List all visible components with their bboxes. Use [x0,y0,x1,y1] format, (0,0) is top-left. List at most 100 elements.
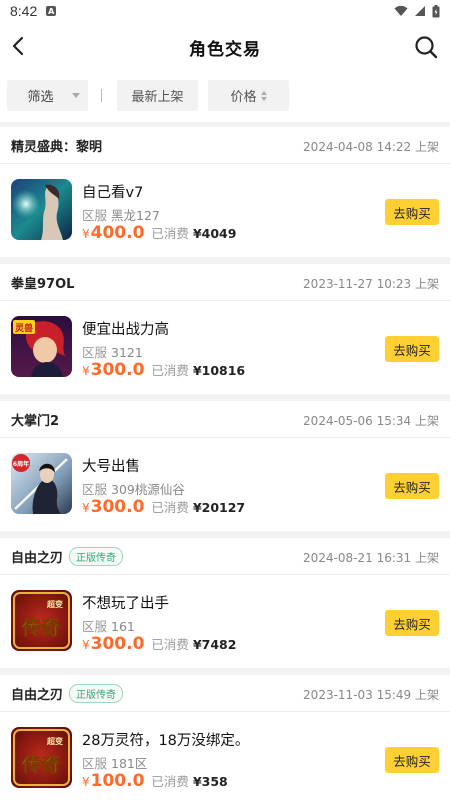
back-button[interactable] [4,32,32,60]
server-label: 区服 [82,345,108,360]
spent-value: ¥358 [192,774,228,789]
elf-game-art [11,179,72,240]
sort-newest-label: 最新上架 [131,90,184,105]
listed-time: 2024-05-06 15:34 上架 [303,414,439,428]
price-currency: ¥ [82,775,90,789]
buy-button[interactable]: 去购买 [385,473,439,499]
spent-value: ¥10816 [192,363,246,378]
item-server: 区服 黑龙127 [82,205,160,224]
buy-button[interactable]: 去购买 [385,199,439,225]
spent-label: 已消费 [151,774,189,789]
official-tag: 正版传奇 [69,683,124,703]
dazhangmen-game-art: 6周年 [11,453,72,514]
official-tag: 正版传奇 [69,546,124,566]
price-line: ¥ 300.0 已消费 ¥7482 [82,634,236,654]
game-thumbnail: 超变 传奇 [11,727,72,788]
filter-bar: 筛选 最新上架 价格 [0,72,450,122]
server-value: 309桃源仙谷 [111,482,185,497]
thumb-big-text: 传奇 [21,753,60,776]
price-currency: ¥ [82,501,90,515]
dropdown-caret-icon [72,93,80,98]
price-currency: ¥ [82,638,90,652]
signal-icon [415,6,425,16]
listing-card[interactable]: 大掌门2 2024-05-06 15:34 上架 6周年 大号出售 区服 309桃… [0,401,450,531]
game-thumbnail: 灵兽 [11,316,72,377]
listing-game-row: 拳皇97OL 2023-11-27 10:23 上架 [0,264,450,301]
price-line: ¥ 300.0 已消费 ¥10816 [82,360,245,380]
spent-label: 已消费 [151,637,189,652]
item-title: 自己看v7 [82,185,144,201]
game-thumbnail: 超变 传奇 [11,590,72,651]
price-value: 300.0 [90,360,145,380]
game-name: 精灵盛典：黎明 [11,139,103,155]
buy-button[interactable]: 去购买 [385,336,439,362]
sort-price-button[interactable]: 价格 [208,80,289,111]
wifi-icon [394,5,408,16]
legend-game-art: 超变 传奇 [11,590,72,651]
search-button[interactable] [412,33,440,61]
listed-time: 2023-11-27 10:23 上架 [303,277,439,291]
listing-card[interactable]: 自由之刃 正版传奇 2023-11-03 15:49 上架 超变 传奇 28万灵… [0,675,450,800]
thumb-small-text: 超变 [46,736,63,746]
game-name: 大掌门2 [11,413,60,429]
game-name: 拳皇97OL [11,276,75,292]
listed-time: 2024-08-21 16:31 上架 [303,551,439,565]
item-server: 区服 181区 [82,753,147,772]
price-value: 400.0 [90,223,145,243]
filter-divider [101,89,102,102]
price-line: ¥ 100.0 已消费 ¥358 [82,771,228,791]
back-arrow-icon [12,36,24,56]
thumb-badge-text: 灵兽 [14,322,33,334]
item-server: 区服 3121 [82,342,143,361]
listing-card[interactable]: 自由之刃 正版传奇 2024-08-21 16:31 上架 超变 传奇 不想玩了… [0,538,450,668]
status-icons [394,4,440,18]
spent-value: ¥20127 [192,500,246,515]
server-label: 区服 [82,482,108,497]
sort-newest-button[interactable]: 最新上架 [117,80,198,111]
price-line: ¥ 300.0 已消费 ¥20127 [82,497,245,517]
filter-label: 筛选 [27,90,54,105]
spent-label: 已消费 [151,226,189,241]
server-value: 181区 [111,756,148,771]
spent-value: ¥4049 [192,226,237,241]
item-server: 区服 161 [82,616,135,635]
item-title: 便宜出战力高 [82,322,169,338]
price-value: 300.0 [90,634,145,654]
listing-game-row: 自由之刃 正版传奇 2024-08-21 16:31 上架 [0,538,450,575]
price-value: 100.0 [90,771,145,791]
battery-icon [432,4,440,17]
sort-arrows-icon [260,90,267,101]
buy-button[interactable]: 去购买 [385,747,439,773]
thumb-small-text: 超变 [46,599,63,609]
buy-button[interactable]: 去购买 [385,610,439,636]
game-thumbnail: 6周年 [11,453,72,514]
server-value: 黑龙127 [111,208,160,223]
thumb-badge-text: 6周年 [13,460,29,468]
kof-game-art: 灵兽 [11,316,72,377]
spent-value: ¥7482 [192,637,237,652]
server-value: 161 [111,619,135,634]
notification-letter: A [48,6,55,16]
listed-time: 2023-11-03 15:49 上架 [303,688,439,702]
page-title: 角色交易 [189,39,261,60]
listing-card[interactable]: 拳皇97OL 2023-11-27 10:23 上架 灵兽 便宜出战力高 区服 3… [0,264,450,394]
listing-game-row: 自由之刃 正版传奇 2023-11-03 15:49 上架 [0,675,450,712]
listing-card[interactable]: 精灵盛典：黎明 2024-04-08 14:22 上架 自己看v7 区服 黑龙12… [0,127,450,257]
thumb-big-text: 传奇 [21,616,60,639]
spent-label: 已消费 [151,500,189,515]
notification-icon: A [46,6,57,16]
item-title: 28万灵符，18万没绑定。 [82,733,250,749]
item-server: 区服 309桃源仙谷 [82,479,185,498]
price-currency: ¥ [82,364,90,378]
item-title: 不想玩了出手 [82,596,169,612]
status-time: 8:42 [10,3,38,19]
game-name: 自由之刃 [11,687,64,703]
game-name: 自由之刃 [11,550,64,566]
server-label: 区服 [82,619,108,634]
price-value: 300.0 [90,497,145,517]
listed-time: 2024-04-08 14:22 上架 [303,140,439,154]
server-value: 3121 [111,345,143,360]
filter-dropdown[interactable]: 筛选 [7,80,88,111]
spent-label: 已消费 [151,363,189,378]
server-label: 区服 [82,756,108,771]
